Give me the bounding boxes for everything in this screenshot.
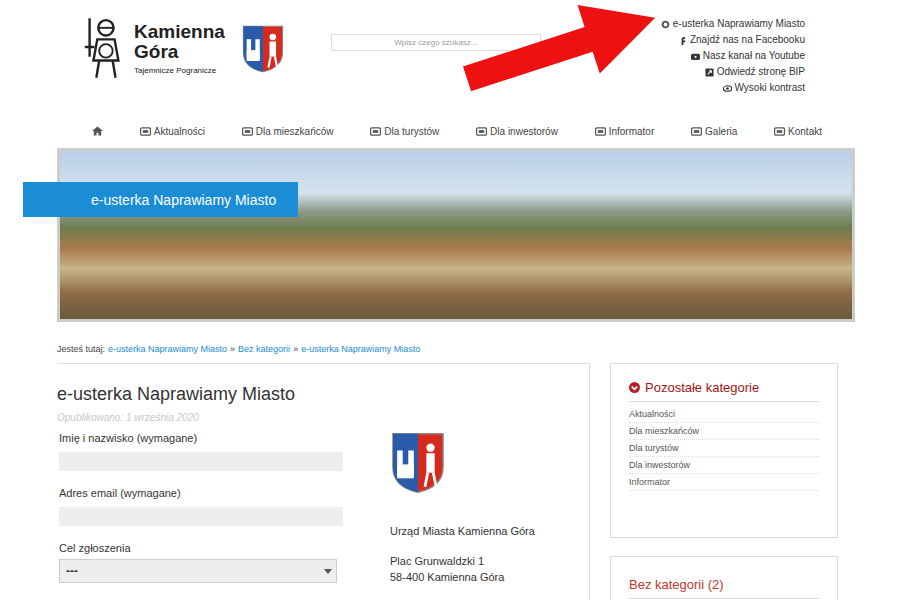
- article-title: e-usterka Naprawiamy Miasto: [57, 382, 589, 406]
- top-link[interactable]: e-usterka Naprawiamy Miasto: [661, 16, 805, 32]
- picture-icon: [691, 127, 702, 136]
- category-item[interactable]: Dla inwestorów: [629, 457, 819, 474]
- main-content: e-usterka Naprawiamy Miasto Opublikowano:…: [0, 363, 900, 600]
- main-nav: Aktualności Dla mieszkańców Dla turystów Dl…: [0, 122, 900, 140]
- nav-item[interactable]: Galeria: [691, 126, 737, 137]
- field-label: Imię i nazwisko (wymagane): [59, 431, 343, 445]
- top-link-label: Znajdź nas na Facebooku: [690, 32, 805, 48]
- nav-item[interactable]: Kontakt: [774, 126, 822, 137]
- facebook-icon: [678, 36, 687, 45]
- form-field: Cel zgłoszenia ---: [59, 541, 343, 583]
- select-value: ---: [66, 564, 78, 578]
- binoculars-icon: [370, 127, 381, 136]
- nav-item[interactable]: Dla turystów: [370, 126, 439, 137]
- nav-label: Galeria: [705, 126, 737, 137]
- people-icon: [242, 127, 253, 136]
- handshake-icon: [476, 127, 487, 136]
- address-line: Urząd Miasta Kamienna Góra: [390, 523, 535, 539]
- banner-label: e-usterka Naprawiamy Miasto: [23, 182, 298, 217]
- top-link-label: Wysoki kontrast: [735, 80, 805, 96]
- info-icon: [595, 127, 606, 136]
- logo-title: Góra: [134, 42, 225, 62]
- uncategorized-card: Bez kategorii (2): [610, 556, 838, 600]
- search-placeholder: Wpisz czego szukasz...: [394, 38, 477, 47]
- header: KamiennaGóra Tajemnicze Pogranicze Wpisz c…: [0, 0, 900, 122]
- article-body: Imię i nazwisko (wymagane) Adres email (w…: [57, 423, 589, 598]
- text-input[interactable]: [59, 507, 343, 526]
- coat-of-arms-icon: [390, 431, 446, 495]
- field-label: Adres email (wymagane): [59, 486, 343, 500]
- nav-label: Informator: [609, 126, 655, 137]
- breadcrumb-prefix: Jesteś tutaj:: [57, 342, 105, 356]
- article: e-usterka Naprawiamy Miasto Opublikowano:…: [57, 363, 590, 600]
- category-item[interactable]: Aktualności: [629, 406, 819, 423]
- top-link[interactable]: Odwiedź stronę BIP: [705, 64, 805, 80]
- categories-card: Pozostałe kategorie AktualnościDla mieszk…: [610, 363, 838, 538]
- page: KamiennaGóra Tajemnicze Pogranicze Wpisz c…: [0, 0, 900, 600]
- select-field[interactable]: ---: [59, 559, 337, 583]
- sidebar: Pozostałe kategorie AktualnościDla mieszk…: [610, 363, 838, 600]
- knight-logo-icon: [80, 14, 128, 82]
- search-input[interactable]: Wpisz czego szukasz...: [331, 34, 541, 51]
- category-item[interactable]: Dla turystów: [629, 440, 819, 457]
- logo-text: KamiennaGóra Tajemnicze Pogranicze: [134, 14, 225, 75]
- category-item[interactable]: Informator: [629, 474, 819, 491]
- banner-photo: [57, 148, 855, 322]
- breadcrumb-link[interactable]: e-usterka Naprawiamy Miasto: [301, 342, 420, 356]
- nav-item[interactable]: Dla inwestorów: [476, 126, 558, 137]
- gear-icon: [661, 20, 670, 29]
- chevron-down-icon: [629, 382, 640, 393]
- nav-item[interactable]: Informator: [595, 126, 655, 137]
- nav-label: Dla mieszkańców: [256, 126, 334, 137]
- uncategorized-title[interactable]: Bez kategorii (2): [629, 577, 819, 599]
- report-form: Imię i nazwisko (wymagane) Adres email (w…: [59, 431, 343, 598]
- nav-label: Dla turystów: [384, 126, 439, 137]
- news-icon: [140, 127, 151, 136]
- top-link-label: e-usterka Naprawiamy Miasto: [673, 16, 805, 32]
- top-link-label: Odwiedź stronę BIP: [717, 64, 805, 80]
- logo-title: Kamienna: [134, 22, 225, 42]
- breadcrumb-link[interactable]: Bez kategorii: [238, 342, 290, 356]
- top-link[interactable]: Nasz kanał na Youtube: [691, 48, 805, 64]
- category-item[interactable]: Dla mieszkańców: [629, 423, 819, 440]
- breadcrumb-separator: »: [293, 342, 298, 356]
- breadcrumb: Jesteś tutaj:e-usterka Naprawiamy Miasto…: [0, 342, 900, 356]
- breadcrumb-link[interactable]: e-usterka Naprawiamy Miasto: [108, 342, 227, 356]
- nav-label: Aktualności: [154, 126, 205, 137]
- form-field: Imię i nazwisko (wymagane): [59, 431, 343, 471]
- dropdown-arrow-icon: [324, 569, 332, 574]
- logo[interactable]: KamiennaGóra Tajemnicze Pogranicze: [80, 14, 285, 122]
- top-link[interactable]: Znajdź nas na Facebooku: [678, 32, 805, 48]
- eye-icon: [723, 84, 732, 93]
- external-link-icon: [705, 68, 714, 77]
- home-icon[interactable]: [92, 126, 103, 136]
- top-link[interactable]: Wysoki kontrast: [723, 80, 805, 96]
- youtube-icon: [691, 52, 700, 61]
- breadcrumb-separator: »: [230, 342, 235, 356]
- logo-subtitle: Tajemnicze Pogranicze: [134, 66, 225, 75]
- nav-label: Dla inwestorów: [490, 126, 558, 137]
- coat-of-arms-icon: [241, 24, 285, 74]
- text-input[interactable]: [59, 452, 343, 471]
- address-line: 58-400 Kamienna Góra: [390, 569, 535, 585]
- nav-item[interactable]: Dla mieszkańców: [242, 126, 334, 137]
- nav-label: Kontakt: [788, 126, 822, 137]
- top-links: e-usterka Naprawiamy MiastoZnajdź nas na…: [661, 14, 805, 122]
- address-line: Plac Grunwaldzki 1: [390, 553, 535, 569]
- field-label: Cel zgłoszenia: [59, 541, 343, 555]
- form-field: Adres email (wymagane): [59, 486, 343, 526]
- red-arrow-icon: [455, 0, 670, 117]
- categories-title: Pozostałe kategorie: [629, 380, 819, 402]
- address: Urząd Miasta Kamienna Góra Plac Grunwaldz…: [390, 423, 535, 598]
- category-list: AktualnościDla mieszkańcówDla turystówDl…: [629, 406, 819, 491]
- nav-item[interactable]: Aktualności: [140, 126, 205, 137]
- published-date: Opublikowano: 1 września 2020: [57, 412, 589, 423]
- top-link-label: Nasz kanał na Youtube: [703, 48, 805, 64]
- mail-icon: [774, 127, 785, 136]
